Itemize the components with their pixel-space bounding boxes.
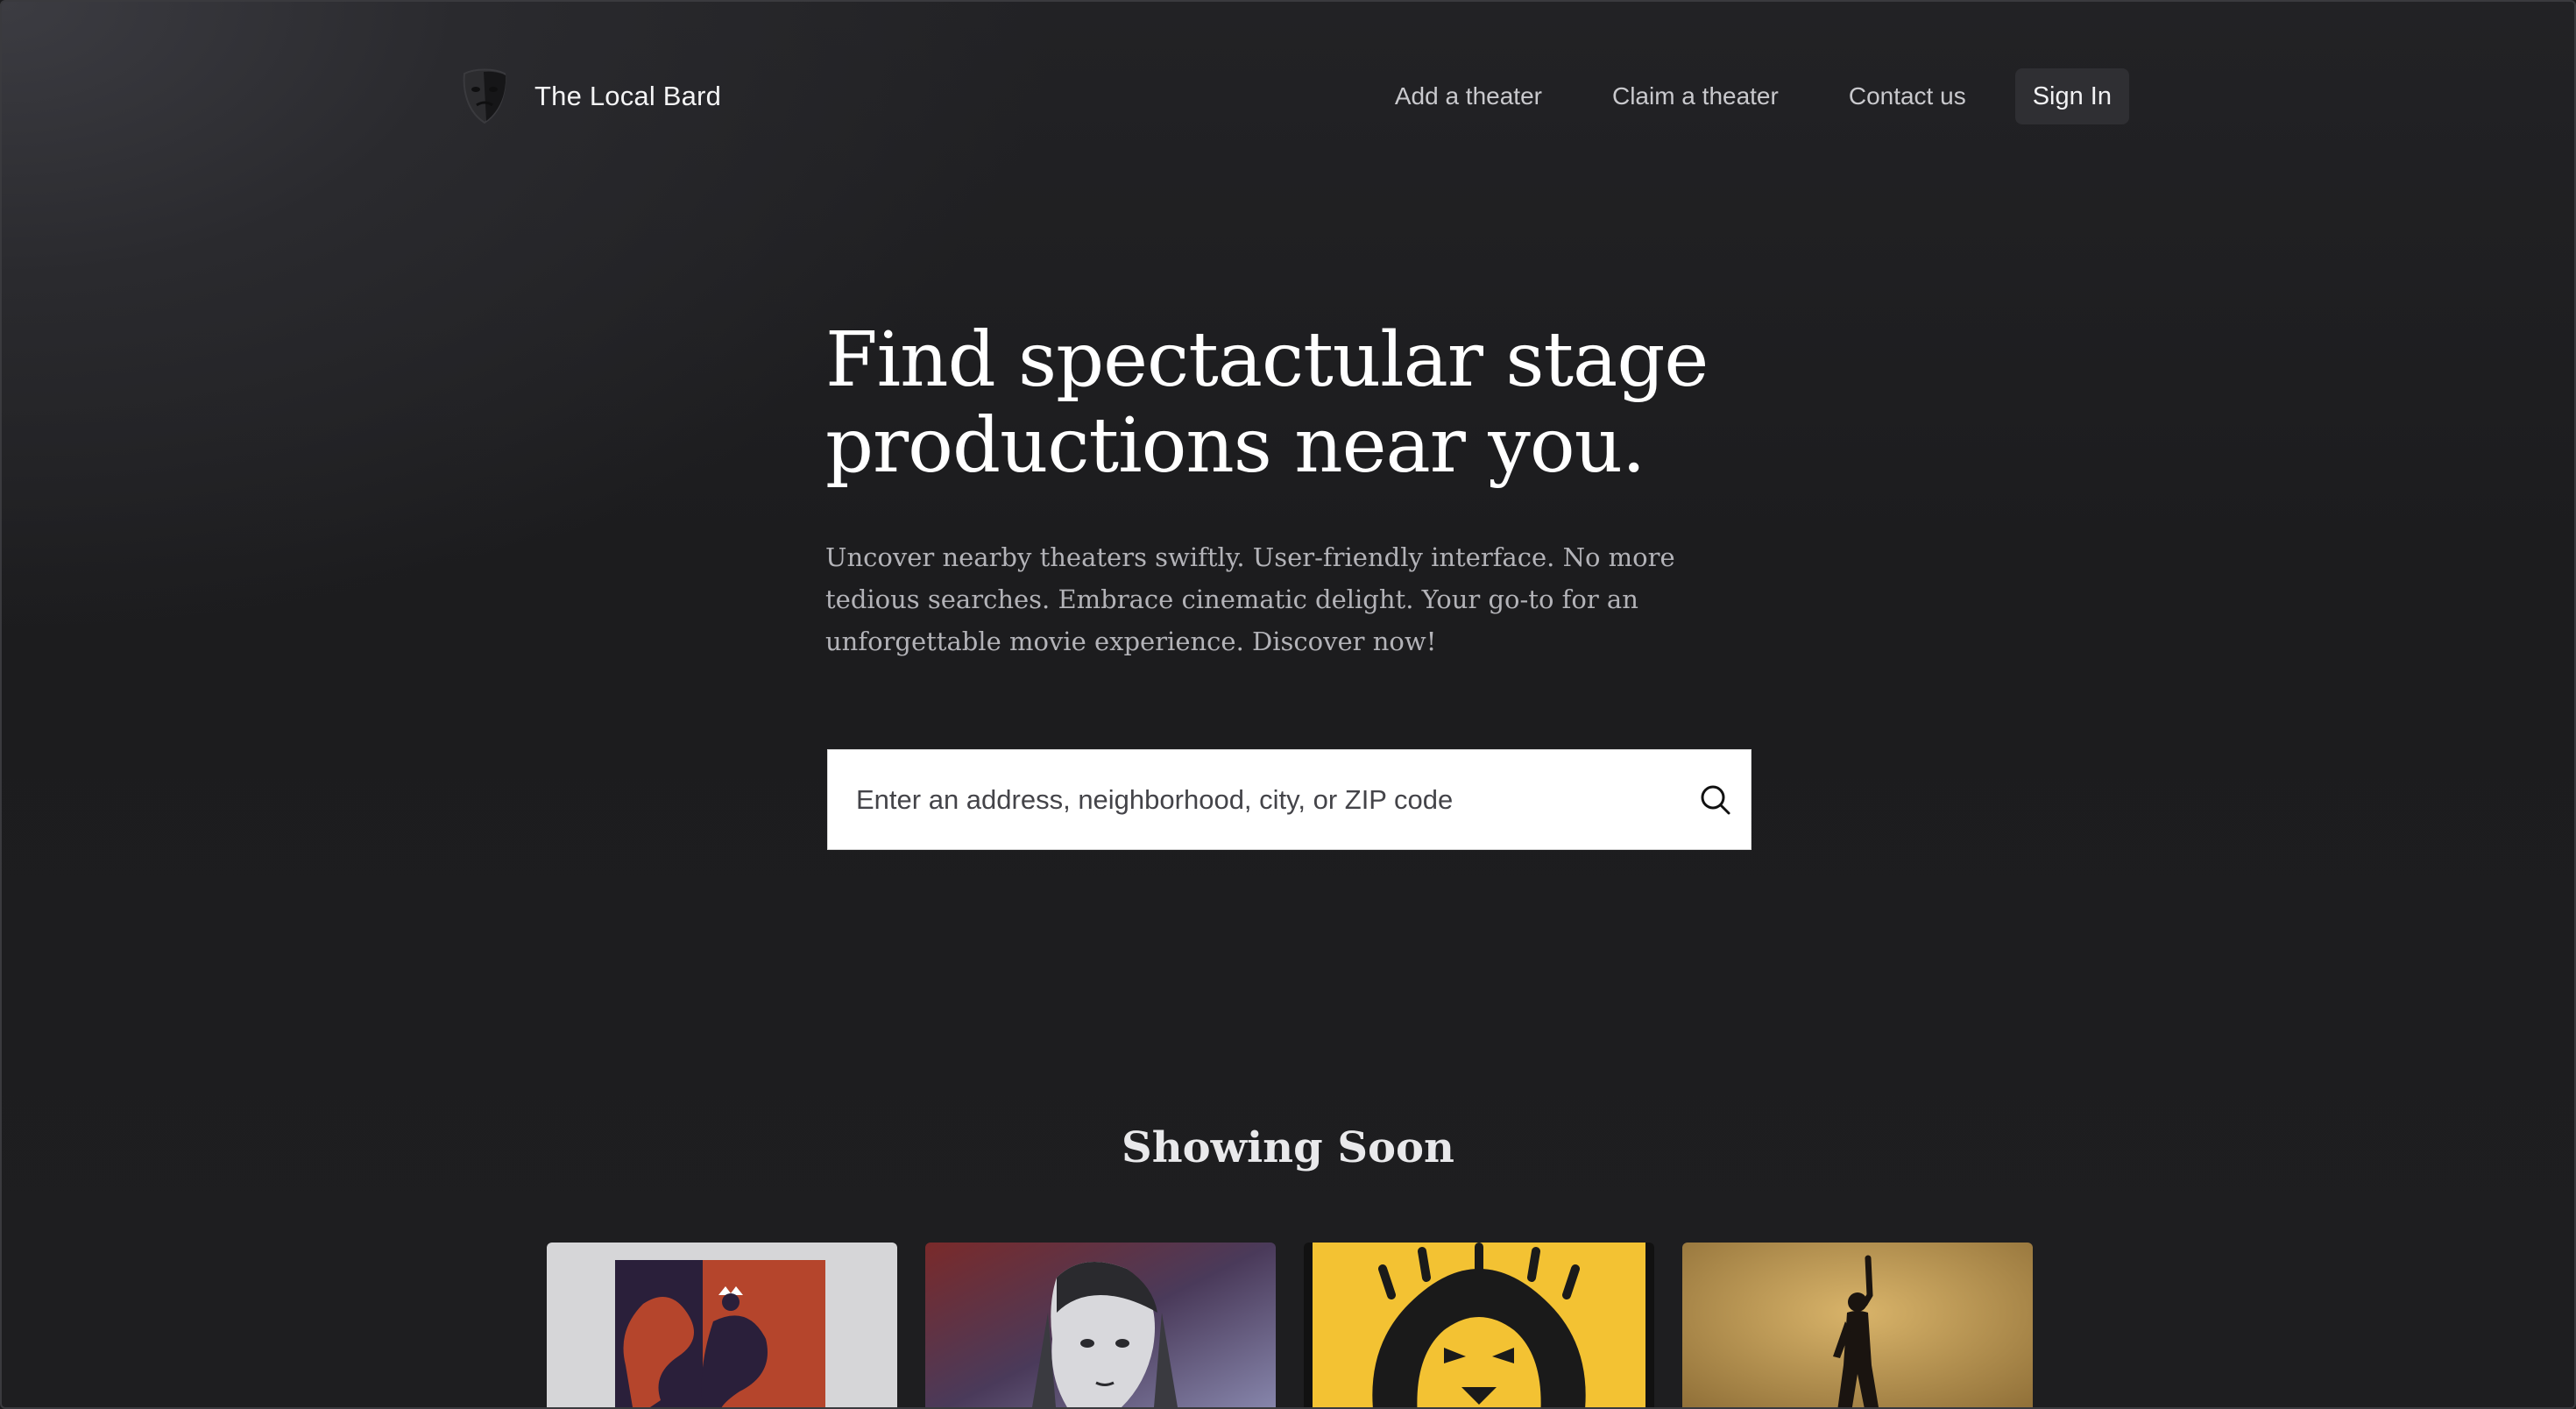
search-icon: [1701, 785, 1730, 814]
poster-red-figure: [547, 1243, 897, 1407]
search-button[interactable]: [1681, 750, 1751, 849]
hero-title-line-1: Find spectactular stage: [825, 316, 1709, 404]
nav-contact-us[interactable]: Contact us: [1849, 82, 1966, 110]
page: The Local Bard Add a theater Claim a the…: [0, 0, 2576, 1409]
nav-add-theater[interactable]: Add a theater: [1395, 82, 1542, 110]
poster-row: [547, 1243, 2033, 1407]
hero-title: Find spectactular stage productions near…: [825, 317, 1798, 489]
poster-card-2[interactable]: [925, 1243, 1276, 1407]
search-bar: [827, 749, 1752, 850]
poster-card-1[interactable]: [547, 1243, 897, 1407]
poster-lion-king: [1304, 1243, 1654, 1407]
nav-claim-theater[interactable]: Claim a theater: [1612, 82, 1779, 110]
top-nav: The Local Bard Add a theater Claim a the…: [2, 2, 2574, 191]
showing-soon-title: Showing Soon: [1122, 1123, 1454, 1172]
nav-links: Add a theater Claim a theater Contact us…: [1395, 68, 2129, 124]
hero-subtitle: Uncover nearby theaters swiftly. User-fr…: [825, 542, 1675, 656]
brand-name: The Local Bard: [534, 81, 722, 111]
poster-hamilton-silhouette: [1682, 1243, 2033, 1407]
hero-title-line-2: productions near you.: [825, 402, 1645, 490]
poster-card-3[interactable]: [1304, 1243, 1654, 1407]
theater-mask-icon: [463, 68, 506, 124]
hero: Find spectactular stage productions near…: [825, 317, 1798, 662]
brand[interactable]: The Local Bard: [457, 65, 721, 128]
sign-in-button[interactable]: Sign In: [2014, 68, 2129, 124]
search-input[interactable]: [828, 750, 1681, 849]
poster-les-miserables-girl: [925, 1243, 1276, 1407]
poster-card-4[interactable]: [1682, 1243, 2033, 1407]
